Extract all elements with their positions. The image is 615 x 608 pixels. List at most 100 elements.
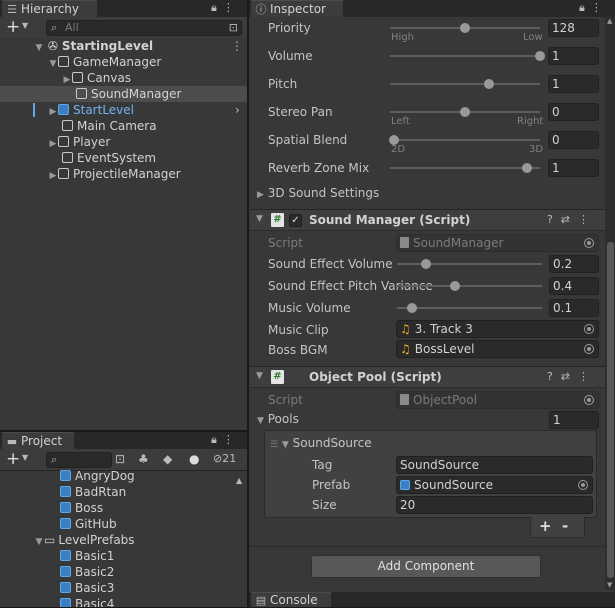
stereo-pan-field[interactable]: 0: [548, 103, 599, 121]
drag-handle-icon[interactable]: ☰: [270, 440, 278, 450]
hierarchy-item-soundmanager[interactable]: SoundManager: [0, 86, 247, 102]
scroll-up-icon[interactable]: ▲: [607, 17, 612, 25]
search-options-icon[interactable]: ⊡: [229, 21, 238, 35]
slider-knob[interactable]: [406, 303, 417, 313]
object-picker-icon[interactable]: [584, 324, 594, 334]
help-icon[interactable]: ?: [547, 213, 561, 226]
preset-icon[interactable]: ⇄: [561, 370, 578, 383]
inspector-tab[interactable]: ⓘ Inspector: [251, 0, 343, 17]
add-button[interactable]: +: [6, 18, 20, 36]
project-item[interactable]: Basic4: [0, 596, 247, 607]
collapse-arrow-icon[interactable]: ▶: [257, 190, 264, 200]
music-clip-field[interactable]: ♫ 3. Track 3: [396, 320, 599, 338]
project-item[interactable]: Basic1: [0, 548, 247, 564]
collapse-arrow-icon[interactable]: ▶: [48, 168, 58, 184]
priority-slider[interactable]: [390, 23, 540, 33]
slider-knob[interactable]: [450, 281, 460, 291]
volume-slider[interactable]: [390, 51, 545, 61]
more-icon[interactable]: ⋮: [578, 213, 597, 226]
filter-label-icon[interactable]: ◆: [163, 452, 172, 466]
pool-element-foldout[interactable]: ☰ ▼ SoundSource: [270, 436, 372, 450]
boss-bgm-field[interactable]: ♫ BossLevel: [396, 340, 599, 358]
sfx-volume-field[interactable]: 0.2: [549, 255, 599, 273]
object-picker-icon[interactable]: [584, 344, 594, 354]
hierarchy-item-player[interactable]: ▶ Player: [0, 134, 247, 150]
priority-field[interactable]: 128: [548, 19, 599, 37]
hierarchy-item-projectilemanager[interactable]: ▶ ProjectileManager: [0, 166, 247, 182]
project-tab[interactable]: ▬ Project: [2, 432, 74, 449]
volume-field[interactable]: 1: [548, 47, 599, 65]
scene-more-icon[interactable]: ⋮: [231, 38, 243, 54]
object-picker-icon[interactable]: [578, 480, 588, 490]
reverb-field[interactable]: 1: [548, 159, 599, 177]
tag-field[interactable]: SoundSource: [396, 456, 593, 474]
scroll-up-icon[interactable]: ▲: [236, 476, 242, 485]
more-icon[interactable]: ⋮: [223, 1, 240, 14]
hierarchy-item-eventsystem[interactable]: EventSystem: [0, 150, 247, 166]
pitch-slider[interactable]: [390, 79, 540, 89]
spatial-blend-slider[interactable]: [389, 135, 540, 145]
project-item[interactable]: GitHub: [0, 516, 247, 532]
slider-knob[interactable]: [535, 51, 545, 61]
help-icon[interactable]: ?: [547, 370, 561, 383]
size-field[interactable]: 20: [396, 496, 593, 514]
hierarchy-item-gamemanager[interactable]: ▼ GameManager: [0, 54, 247, 70]
slider-knob[interactable]: [460, 23, 470, 33]
add-button[interactable]: +: [6, 450, 20, 468]
more-icon[interactable]: ⋮: [578, 370, 597, 383]
add-dropdown-icon[interactable]: ▼: [22, 21, 28, 30]
hidden-visibility-icon[interactable]: ⊘21: [213, 452, 236, 465]
project-item[interactable]: BadRtan: [0, 484, 247, 500]
project-search-input[interactable]: ⌕: [46, 452, 112, 468]
slider-knob[interactable]: [421, 259, 431, 269]
project-scrollbar[interactable]: ▲: [236, 472, 244, 607]
prefab-field[interactable]: SoundSource: [396, 476, 593, 494]
hierarchy-item-maincamera[interactable]: Main Camera: [0, 118, 247, 134]
list-remove-button[interactable]: -: [562, 517, 568, 535]
inspector-scrollbar-thumb[interactable]: [607, 242, 614, 578]
sfx-pitch-slider[interactable]: [397, 281, 542, 291]
hierarchy-tab[interactable]: ☰ Hierarchy: [2, 0, 97, 17]
spatial-blend-field[interactable]: 0: [548, 131, 599, 149]
lock-icon[interactable]: 🔒︎: [579, 1, 591, 14]
music-volume-field[interactable]: 0.1: [549, 299, 599, 317]
slider-knob[interactable]: [521, 163, 532, 173]
project-item[interactable]: Basic3: [0, 580, 247, 596]
lock-icon[interactable]: 🔒︎: [211, 433, 223, 446]
3d-sound-settings-foldout[interactable]: ▶ 3D Sound Settings: [257, 186, 379, 200]
console-tab[interactable]: ▤ Console: [251, 592, 331, 607]
preset-icon[interactable]: ⇄: [561, 213, 578, 226]
hierarchy-item-canvas[interactable]: ▶ Canvas: [0, 70, 247, 86]
add-dropdown-icon[interactable]: ▼: [22, 453, 28, 462]
reverb-slider[interactable]: [390, 163, 540, 173]
more-icon[interactable]: ⋮: [223, 433, 240, 446]
project-item[interactable]: Basic2: [0, 564, 247, 580]
project-folder-levelprefabs[interactable]: ▼ ▭ LevelPrefabs: [0, 532, 247, 548]
expand-arrow-icon[interactable]: ▼: [256, 214, 263, 224]
hierarchy-search-input[interactable]: ⌕ All ⊡: [46, 20, 242, 36]
list-add-button[interactable]: +: [539, 517, 552, 535]
search-by-type-icon[interactable]: ⊡: [115, 452, 125, 466]
slider-knob[interactable]: [460, 107, 470, 117]
scroll-down-icon[interactable]: ▼: [607, 581, 612, 589]
open-prefab-chevron-icon[interactable]: ›: [235, 102, 240, 118]
sfx-volume-slider[interactable]: [397, 259, 542, 269]
lock-icon[interactable]: 🔒︎: [211, 1, 223, 14]
more-icon[interactable]: ⋮: [591, 1, 608, 14]
add-component-button[interactable]: Add Component: [311, 555, 541, 578]
sfx-pitch-field[interactable]: 0.4: [549, 277, 599, 295]
filter-type-icon[interactable]: ♣: [138, 452, 149, 466]
project-item[interactable]: Boss: [0, 500, 247, 516]
music-volume-slider[interactable]: [397, 303, 542, 313]
pools-foldout[interactable]: ▼ Pools: [257, 412, 299, 426]
pools-count-field[interactable]: 1: [549, 411, 599, 429]
sound-manager-header[interactable]: ▼ # ✓ Sound Manager (Script) ?⇄⋮: [250, 209, 605, 231]
project-item[interactable]: AngryDog: [0, 468, 247, 484]
info-icon[interactable]: ●: [189, 452, 199, 466]
scene-row[interactable]: ▼ ✇ StartingLevel ⋮: [0, 38, 247, 54]
expand-arrow-icon[interactable]: ▼: [257, 416, 264, 426]
pitch-field[interactable]: 1: [548, 75, 599, 93]
object-pool-header[interactable]: ▼ # Object Pool (Script) ?⇄⋮: [250, 366, 605, 388]
enabled-checkbox[interactable]: ✓: [289, 214, 302, 227]
hierarchy-item-startlevel[interactable]: ▶ StartLevel ›: [0, 102, 247, 118]
